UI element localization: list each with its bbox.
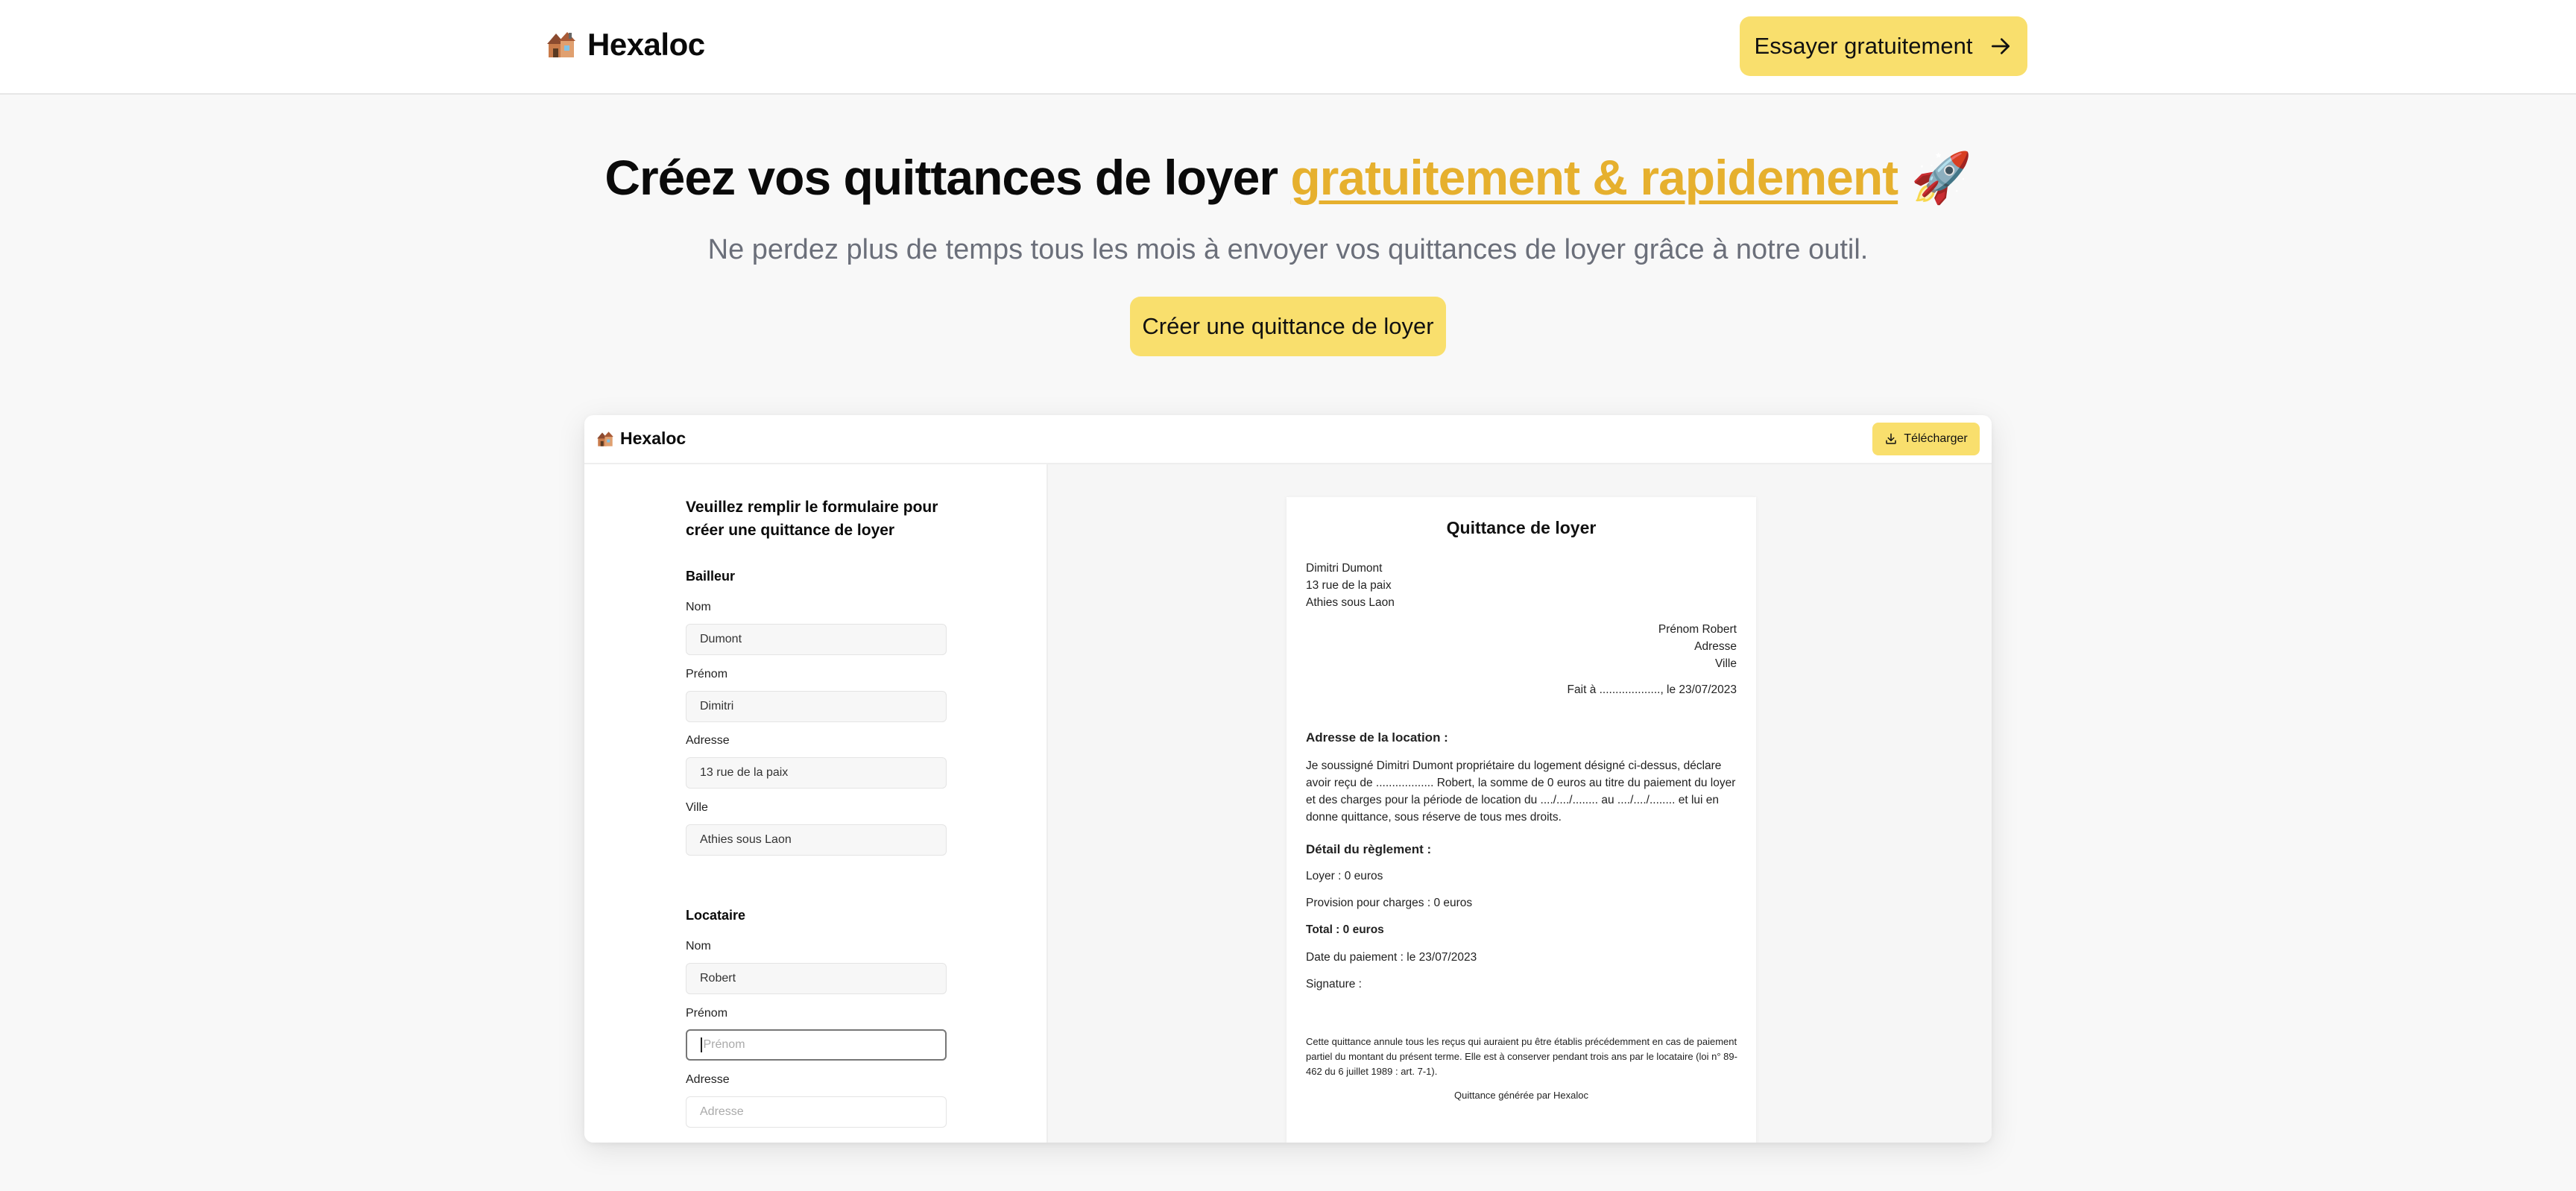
try-free-button[interactable]: Essayer gratuitement xyxy=(1740,16,2027,76)
provision-line: Provision pour charges : 0 euros xyxy=(1306,897,1473,909)
receipt-footnote: Cette quittance annule tous les reçus qu… xyxy=(1306,1036,1737,1077)
app-logo[interactable]: Hexaloc xyxy=(596,429,686,449)
detail-heading: Détail du règlement : xyxy=(1306,842,1432,856)
bailleur-heading: Bailleur xyxy=(686,569,736,584)
bailleur-prenom-label: Prénom xyxy=(686,668,728,680)
tenant-city: Ville xyxy=(1714,657,1737,670)
locataire-prenom-input[interactable]: Prénom xyxy=(686,1029,947,1061)
bailleur-nom-input[interactable]: Dumont xyxy=(686,624,947,655)
hero-title-accent: gratuitement & rapidement xyxy=(1290,150,1898,205)
bailleur-adresse-input[interactable]: 13 rue de la paix xyxy=(686,757,947,789)
receipt-title: Quittance de loyer xyxy=(1446,518,1597,537)
app-preview: Hexaloc Télécharger Veuillez remplir le … xyxy=(584,415,1992,1143)
app-brand-name: Hexaloc xyxy=(620,429,686,448)
locataire-prenom-label: Prénom xyxy=(686,1007,728,1020)
house-icon xyxy=(547,32,575,57)
total-line: Total : 0 euros xyxy=(1306,923,1384,936)
brand-name: Hexaloc xyxy=(587,27,705,62)
top-nav: Hexaloc Essayer gratuitement xyxy=(0,0,2576,95)
bailleur-ville-label: Ville xyxy=(686,801,708,814)
landlord-name: Dimitri Dumont xyxy=(1306,562,1383,575)
try-free-label: Essayer gratuitement xyxy=(1754,33,1973,59)
arrow-right-icon xyxy=(1992,38,2010,54)
download-label: Télécharger xyxy=(1904,432,1968,445)
bailleur-prenom-input[interactable]: Dimitri xyxy=(686,691,947,722)
create-receipt-button[interactable]: Créer une quittance de loyer xyxy=(1130,297,1446,356)
tenant-address: Adresse xyxy=(1694,640,1737,653)
hero-subtitle: Ne perdez plus de temps tous les mois à … xyxy=(707,234,1869,265)
receipt-panel: Quittance de loyer Dimitri Dumont 13 rue… xyxy=(1048,464,1992,1143)
hero-title: Créez vos quittances de loyer gratuiteme… xyxy=(0,149,2576,207)
generated-by: Quittance générée par Hexaloc xyxy=(1454,1090,1588,1101)
receipt-document: Quittance de loyer Dimitri Dumont 13 rue… xyxy=(1287,497,1756,1143)
landlord-city: Athies sous Laon xyxy=(1306,596,1395,609)
made-at: Fait à ..................., le 23/07/202… xyxy=(1567,683,1737,696)
landlord-address: 13 rue de la paix xyxy=(1306,579,1392,592)
bailleur-adresse-label: Adresse xyxy=(686,734,730,747)
download-icon xyxy=(1886,433,1897,444)
receipt-body: Je soussigné Dimitri Dumont propriétaire… xyxy=(1306,759,1736,824)
locataire-nom-input[interactable]: Robert xyxy=(686,963,947,994)
hero-title-prefix: Créez vos quittances de loyer xyxy=(604,150,1291,205)
bailleur-nom-label: Nom xyxy=(686,601,711,613)
form-panel: Veuillez remplir le formulaire pour crée… xyxy=(584,464,1048,1143)
locataire-adresse-label: Adresse xyxy=(686,1073,730,1086)
locataire-heading: Locataire xyxy=(686,908,746,923)
loyer-line: Loyer : 0 euros xyxy=(1306,870,1383,882)
signature-line: Signature : xyxy=(1306,978,1362,991)
locataire-nom-label: Nom xyxy=(686,940,711,953)
bailleur-ville-input[interactable]: Athies sous Laon xyxy=(686,824,947,856)
location-heading: Adresse de la location : xyxy=(1306,730,1448,745)
payment-date: Date du paiement : le 23/07/2023 xyxy=(1306,951,1477,964)
logo[interactable]: Hexaloc xyxy=(546,27,705,63)
rocket-icon: 🚀 xyxy=(1910,150,1972,205)
house-icon xyxy=(597,431,613,446)
app-header: Hexaloc Télécharger xyxy=(584,415,1992,464)
form-title: Veuillez remplir le formulaire pour crée… xyxy=(686,499,938,539)
download-button[interactable]: Télécharger xyxy=(1872,423,1980,455)
tenant-name: Prénom Robert xyxy=(1658,623,1737,636)
locataire-adresse-input[interactable]: Adresse xyxy=(686,1096,947,1128)
